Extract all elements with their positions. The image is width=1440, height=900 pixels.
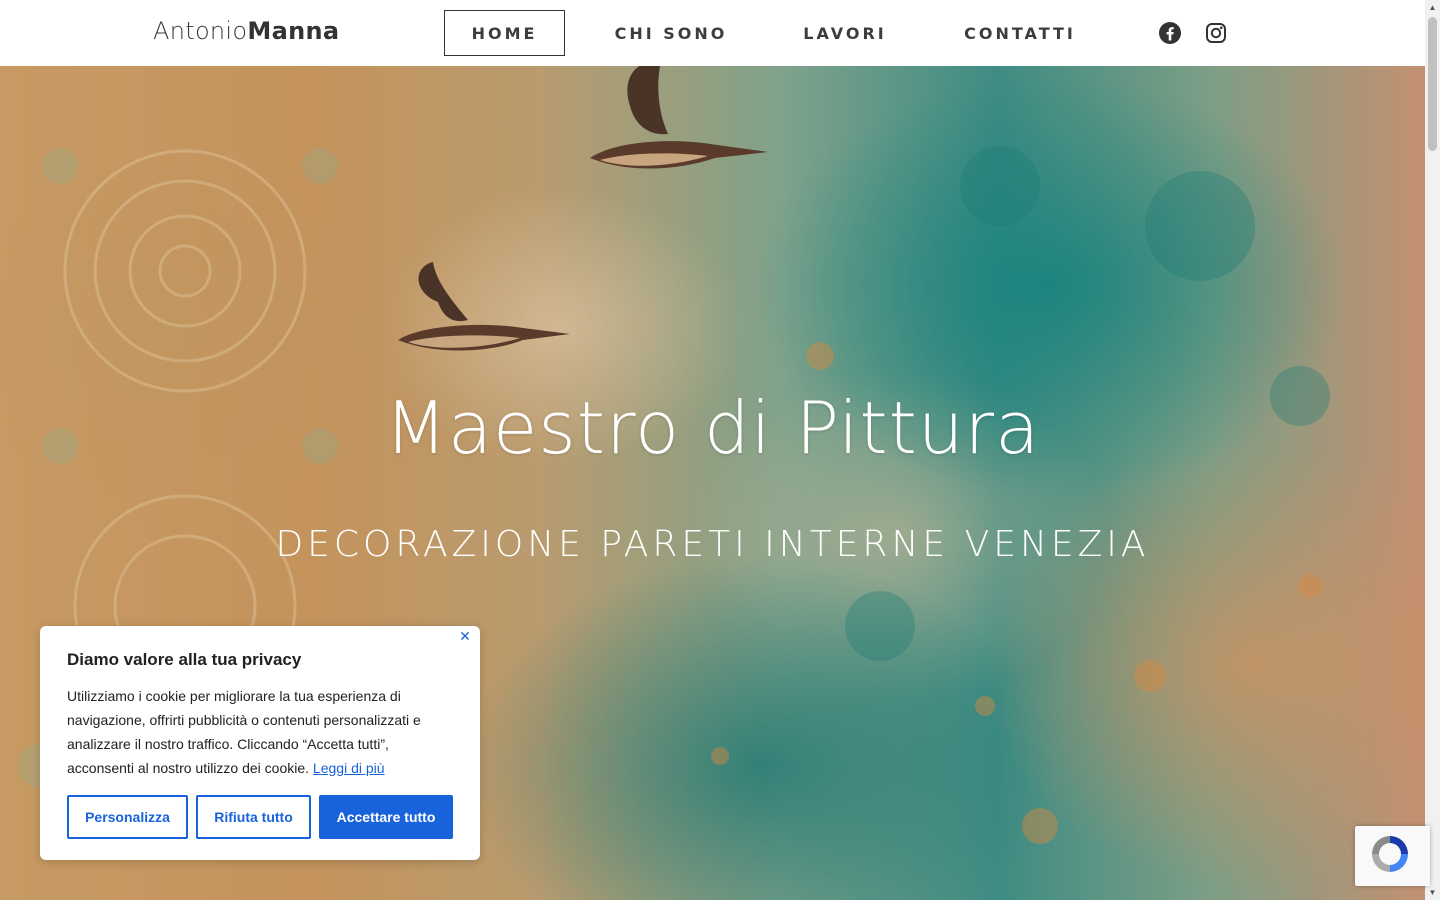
nav-item-lavori[interactable]: LAVORI (790, 10, 900, 56)
nav-item-home[interactable]: HOME (444, 10, 565, 56)
cookie-title: Diamo valore alla tua privacy (67, 650, 302, 669)
facebook-icon[interactable] (1158, 21, 1182, 45)
cookie-consent-banner: ✕ Diamo valore alla tua privacy Utilizzi… (40, 626, 480, 860)
cookie-description: Utilizziamo i cookie per migliorare la t… (67, 684, 457, 780)
nav-item-chi-sono[interactable]: CHI SONO (602, 10, 740, 56)
reject-all-button[interactable]: Rifiuta tutto (196, 795, 311, 839)
scrollbar-thumb[interactable] (1428, 17, 1437, 151)
close-icon[interactable]: ✕ (458, 629, 472, 643)
logo-second-word: Manna (247, 17, 340, 45)
recaptcha-badge[interactable] (1355, 826, 1430, 886)
customize-button[interactable]: Personalizza (67, 795, 188, 839)
cookie-read-more-link[interactable]: Leggi di più (313, 760, 385, 776)
site-header: AntonioManna HOME CHI SONO LAVORI CONTAT… (0, 0, 1425, 66)
accept-all-button[interactable]: Accettare tutto (319, 795, 453, 839)
logo-first-word: Antonio (153, 17, 248, 45)
hero-subtitle: DECORAZIONE PARETI INTERNE VENEZIA (275, 524, 1150, 565)
hero-title: Maestro di Pittura (384, 386, 1041, 470)
recaptcha-icon (1372, 836, 1408, 872)
site-logo[interactable]: AntonioManna (153, 17, 339, 45)
scroll-down-arrow-icon[interactable]: ▼ (1425, 885, 1440, 900)
nav-item-contatti[interactable]: CONTATTI (954, 10, 1086, 56)
scroll-up-arrow-icon[interactable]: ▲ (1425, 0, 1440, 15)
page-scrollbar[interactable]: ▲ ▼ (1425, 0, 1440, 900)
instagram-icon[interactable] (1204, 21, 1228, 45)
